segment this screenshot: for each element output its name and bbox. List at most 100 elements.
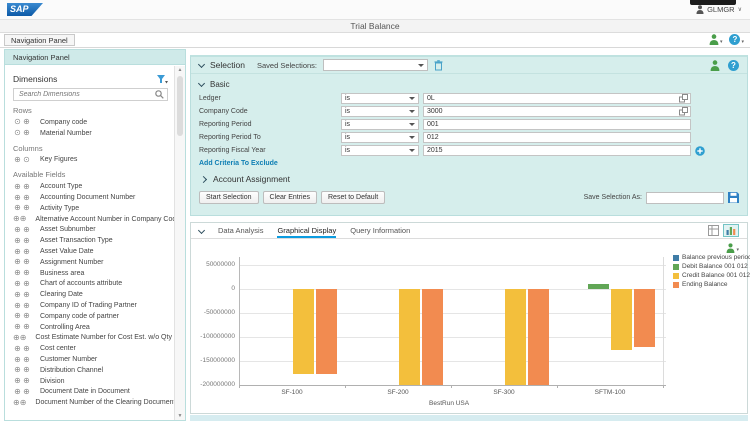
dimension-toggle-icon[interactable]: ⊕ [13, 291, 22, 299]
criterion-value-input[interactable] [424, 121, 690, 128]
dimension-toggle-icon[interactable]: ⊕ [13, 226, 22, 234]
criterion-value-input[interactable] [424, 134, 690, 141]
criterion-operator-dropdown[interactable]: is [341, 106, 419, 117]
dimension-toggle-icon[interactable]: ⊕ [13, 399, 20, 407]
dimension-add-icon[interactable]: ⊕ [22, 323, 31, 331]
dimension-add-icon[interactable]: ⊕ [22, 194, 31, 202]
scroll-down-icon[interactable]: ▼ [175, 413, 185, 419]
dimension-add-icon[interactable]: ⊕ [22, 280, 31, 288]
dimension-add-icon[interactable]: ⊕ [22, 204, 31, 212]
dimension-search[interactable] [13, 88, 168, 101]
criterion-value-input[interactable] [424, 147, 690, 154]
table-view-icon[interactable] [708, 225, 719, 236]
dimension-item-document-date-in-document[interactable]: ⊕⊕Document Date in Document [13, 387, 174, 398]
chart-view-button[interactable] [723, 224, 739, 237]
dimension-toggle-icon[interactable]: ⊕ [13, 334, 20, 342]
reset-to-default-button[interactable]: Reset to Default [321, 191, 385, 204]
criterion-value-field[interactable] [423, 93, 691, 104]
value-help-icon[interactable] [679, 94, 688, 103]
bar-debit-balance-001-012-2015-sftm-100[interactable] [588, 284, 609, 289]
dimension-add-icon[interactable]: ⊕ [20, 399, 27, 407]
criterion-value-input[interactable] [424, 108, 679, 115]
tab-graphical-display[interactable]: Graphical Display [277, 226, 336, 238]
dimension-toggle-icon[interactable]: ⊕ [13, 204, 22, 212]
bar-ending-balance-sftm-100[interactable] [634, 289, 655, 347]
criterion-value-field[interactable] [423, 106, 691, 117]
value-help-icon[interactable] [679, 107, 688, 116]
dimension-item-chart-of-accounts-attribute[interactable]: ⊕⊕Chart of accounts attribute [13, 279, 174, 290]
dimension-add-icon[interactable]: ⊕ [22, 129, 31, 137]
search-icon[interactable] [155, 90, 164, 99]
dimension-add-icon[interactable]: ⊕ [22, 366, 31, 374]
dimension-add-icon[interactable]: ⊕ [22, 258, 31, 266]
collapse-basic-icon[interactable] [198, 80, 205, 87]
dimension-toggle-icon[interactable]: ⊕ [13, 323, 22, 331]
bar-credit-balance-001-012-2015-sf-100[interactable] [293, 289, 314, 374]
dimension-toggle-icon[interactable]: ⊕ [13, 269, 22, 277]
dimension-item-controlling-area[interactable]: ⊕⊕Controlling Area [13, 322, 174, 333]
criterion-operator-dropdown[interactable]: is [341, 119, 419, 130]
dimension-toggle-icon[interactable]: ⊕ [13, 280, 22, 288]
dimension-add-icon[interactable]: ⊕ [22, 356, 31, 364]
bar-ending-balance-sf-200[interactable] [422, 289, 443, 385]
dimension-add-icon[interactable]: ⊕ [22, 377, 31, 385]
tab-data-analysis[interactable]: Data Analysis [218, 226, 263, 238]
help-icon[interactable]: ? [728, 60, 739, 71]
personalize-button[interactable]: ▾ [709, 34, 723, 45]
delete-selection-icon[interactable] [434, 60, 443, 71]
criterion-operator-dropdown[interactable]: is [341, 132, 419, 143]
dimension-item-document-number-of-the-clearing-document[interactable]: ⊕⊕Document Number of the Clearing Docume… [13, 397, 174, 408]
dimension-toggle-icon[interactable]: ⊕ [13, 237, 22, 245]
dimension-add-icon[interactable]: ⊕ [22, 291, 31, 299]
dimension-item-clearing-date[interactable]: ⊕⊕Clearing Date [13, 289, 174, 300]
dimension-item-material-number[interactable]: ⊙⊕Material Number [13, 128, 174, 139]
dimension-add-icon[interactable]: ⊕ [22, 302, 31, 310]
dimension-toggle-icon[interactable]: ⊕ [13, 258, 22, 266]
scroll-thumb[interactable] [177, 76, 183, 136]
bar-ending-balance-sf-300[interactable] [528, 289, 549, 385]
dimension-toggle-icon[interactable]: ⊕ [13, 194, 22, 202]
dimension-item-company-code-of-partner[interactable]: ⊕⊕Company code of partner [13, 311, 174, 322]
dimension-item-asset-value-date[interactable]: ⊕⊕Asset Value Date [13, 246, 174, 257]
criterion-value-field[interactable] [423, 132, 691, 143]
collapse-analysis-icon[interactable] [198, 227, 205, 234]
dimension-item-asset-transaction-type[interactable]: ⊕⊕Asset Transaction Type [13, 235, 174, 246]
dimension-item-division[interactable]: ⊕⊕Division [13, 376, 174, 387]
dimension-item-asset-subnumber[interactable]: ⊕⊕Asset Subnumber [13, 225, 174, 236]
add-criteria-exclude-link[interactable]: Add Criteria To Exclude [191, 157, 747, 167]
navigation-panel-tab[interactable]: Navigation Panel [4, 34, 75, 46]
dimension-toggle-icon[interactable]: ⊕ [13, 183, 22, 191]
scroll-up-icon[interactable]: ▲ [175, 67, 185, 73]
criterion-operator-dropdown[interactable]: is [341, 145, 419, 156]
save-selection-as-input[interactable] [646, 192, 724, 204]
criterion-value-field[interactable] [423, 119, 691, 130]
dimension-add-icon[interactable]: ⊕ [22, 345, 31, 353]
add-criterion-icon[interactable] [695, 146, 705, 156]
dimension-add-icon[interactable]: ⊙ [22, 156, 31, 164]
dimension-add-icon[interactable]: ⊕ [20, 334, 27, 342]
dimension-item-business-area[interactable]: ⊕⊕Business area [13, 268, 174, 279]
dimension-item-alternative-account-number-in-company-code[interactable]: ⊕⊕Alternative Account Number in Company … [13, 214, 174, 225]
saved-selections-dropdown[interactable] [323, 59, 428, 71]
dimension-toggle-icon[interactable]: ⊕ [13, 356, 22, 364]
user-menu[interactable]: GLMGR ∨ [696, 5, 742, 14]
dimension-item-cost-estimate-number-for-cost-est-w-o-qty-structure[interactable]: ⊕⊕Cost Estimate Number for Cost Est. w/o… [13, 333, 174, 344]
criterion-value-input[interactable] [424, 95, 679, 102]
collapse-selection-icon[interactable] [198, 60, 205, 67]
dimension-toggle-icon[interactable]: ⊕ [13, 366, 22, 374]
dimension-add-icon[interactable]: ⊕ [22, 237, 31, 245]
dimension-item-accounting-document-number[interactable]: ⊕⊕Accounting Document Number [13, 192, 174, 203]
bar-credit-balance-001-012-2015-sftm-100[interactable] [611, 289, 632, 350]
dimension-toggle-icon[interactable]: ⊕ [13, 156, 22, 164]
dimension-toggle-icon[interactable]: ⊕ [13, 248, 22, 256]
dimensions-settings-icon[interactable] [156, 74, 168, 84]
search-input[interactable] [17, 90, 155, 99]
dimension-add-icon[interactable]: ⊕ [20, 215, 27, 223]
dimension-toggle-icon[interactable]: ⊙ [13, 129, 22, 137]
save-icon[interactable] [728, 192, 739, 203]
clear-entries-button[interactable]: Clear Entries [263, 191, 317, 204]
dimension-item-key-figures[interactable]: ⊕⊙Key Figures [13, 155, 174, 166]
dimension-toggle-icon[interactable]: ⊕ [13, 377, 22, 385]
dimension-item-customer-number[interactable]: ⊕⊕Customer Number [13, 354, 174, 365]
dimension-add-icon[interactable]: ⊕ [22, 312, 31, 320]
